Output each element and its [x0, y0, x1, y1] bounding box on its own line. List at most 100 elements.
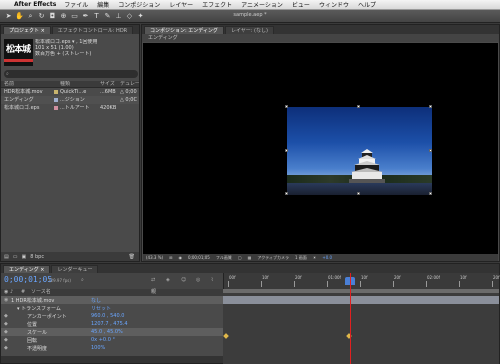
- new-folder-icon[interactable]: ▭: [13, 254, 18, 260]
- transform-handle[interactable]: [429, 149, 432, 152]
- menu-view[interactable]: ビュー: [292, 0, 310, 9]
- magnification-select[interactable]: (43.3 %): [146, 255, 163, 260]
- tab-composition[interactable]: コンポジション: エンディング: [144, 26, 224, 34]
- transform-handle[interactable]: [285, 192, 288, 195]
- view-layout-select[interactable]: 1 画面: [295, 255, 307, 261]
- keyframe-nav-icon[interactable]: ◆: [1, 329, 11, 335]
- eraser-tool-icon[interactable]: ◇: [125, 12, 134, 21]
- table-row[interactable]: ◆ 回転 0x +0.0 °: [1, 336, 223, 344]
- current-time-display[interactable]: 0;00;01;05: [188, 255, 210, 260]
- col-parent[interactable]: 親: [151, 289, 211, 296]
- col-number[interactable]: #: [21, 289, 31, 296]
- tab-effect-controls[interactable]: エフェクトコントロール: HDR: [51, 26, 134, 34]
- draft-3d-icon[interactable]: ◈: [166, 277, 170, 283]
- col-source-name[interactable]: ソース名: [31, 289, 151, 296]
- menu-edit[interactable]: 編集: [97, 0, 109, 9]
- camera-view-select[interactable]: アクティブカメラ: [257, 255, 289, 261]
- transform-handle[interactable]: [429, 192, 432, 195]
- hand-tool-icon[interactable]: ✋: [15, 12, 24, 21]
- brush-tool-icon[interactable]: ✎: [103, 12, 112, 21]
- table-row[interactable]: ◆ アンカーポイント 960.0 , 540.0: [1, 312, 223, 320]
- rotate-tool-icon[interactable]: ↻: [37, 12, 46, 21]
- resolution-select[interactable]: フル画質: [216, 255, 232, 261]
- list-item[interactable]: エンディング ...ジション △ 0;0C: [1, 96, 139, 104]
- transform-handle[interactable]: [429, 105, 432, 108]
- property-value[interactable]: 45.0 , 45.0%: [91, 329, 161, 335]
- table-row[interactable]: ◉ 1 HDR松本城.mov なし: [1, 296, 223, 304]
- puppet-tool-icon[interactable]: ✦: [136, 12, 145, 21]
- pan-behind-tool-icon[interactable]: ⊕: [59, 12, 68, 21]
- shy-icon[interactable]: ☺: [181, 277, 186, 283]
- menu-layer[interactable]: レイヤー: [169, 0, 193, 9]
- snapshot-icon[interactable]: ◉: [178, 255, 182, 260]
- property-value[interactable]: リセット: [91, 305, 161, 312]
- camera-tool-icon[interactable]: ◘: [48, 12, 57, 21]
- transform-handle[interactable]: [285, 149, 288, 152]
- menu-animation[interactable]: アニメーション: [241, 0, 283, 9]
- table-row[interactable]: ◆ 不透明度 100%: [1, 344, 223, 352]
- layer-duration-bar[interactable]: [223, 296, 499, 304]
- keyframe-nav-icon[interactable]: ◆: [1, 313, 11, 319]
- mask-tool-icon[interactable]: ▭: [70, 12, 79, 21]
- bit-depth-button[interactable]: 8 bpc: [30, 254, 44, 260]
- graph-editor-icon[interactable]: ⌇: [211, 277, 213, 283]
- property-value[interactable]: 100%: [91, 345, 161, 351]
- transform-handle[interactable]: [357, 105, 360, 108]
- app-menu[interactable]: After Effects: [14, 1, 56, 8]
- list-item[interactable]: HDR松本城.mov QuickTi...e ...6MB △ 0;00: [1, 88, 139, 96]
- property-value[interactable]: 1207.7 , 475.4: [91, 321, 161, 327]
- list-item[interactable]: 松本城ロゴ.eps ...トルアート 420KB: [1, 104, 139, 112]
- col-name[interactable]: 名前: [1, 81, 54, 87]
- col-duration[interactable]: デュレーション: [120, 81, 139, 87]
- transform-handle[interactable]: [357, 192, 360, 195]
- trash-icon[interactable]: 🗑: [129, 254, 135, 260]
- motion-blur-icon[interactable]: ◎: [196, 277, 200, 283]
- text-tool-icon[interactable]: T: [92, 12, 101, 21]
- transparency-grid-icon[interactable]: ▦: [248, 255, 252, 260]
- stamp-tool-icon[interactable]: ⊥: [114, 12, 123, 21]
- exposure-value[interactable]: +0.0: [322, 255, 332, 260]
- property-value[interactable]: 0x +0.0 °: [91, 337, 161, 343]
- table-row[interactable]: ◆ スケール 45.0 , 45.0%: [1, 328, 223, 336]
- property-value[interactable]: 960.0 , 540.0: [91, 313, 161, 319]
- grid-icon[interactable]: ⊞: [169, 255, 172, 260]
- keyframe-nav-icon[interactable]: ◆: [1, 345, 11, 351]
- property-value[interactable]: なし: [91, 297, 161, 304]
- exposure-icon[interactable]: ☀: [313, 255, 317, 260]
- table-row[interactable]: ◆ 位置 1207.7 , 475.4: [1, 320, 223, 328]
- table-row[interactable]: ▾ トランスフォーム リセット: [1, 304, 223, 312]
- keyframe-nav-icon[interactable]: ◆: [1, 337, 11, 343]
- playhead-line[interactable]: [349, 273, 351, 364]
- menu-window[interactable]: ウィンドウ: [319, 0, 349, 9]
- timeline-tracks[interactable]: [223, 293, 499, 364]
- zoom-tool-icon[interactable]: ⌕: [26, 12, 35, 21]
- project-search-input[interactable]: ⌕: [4, 70, 138, 78]
- transform-handle[interactable]: [285, 105, 288, 108]
- selection-tool-icon[interactable]: ➤: [4, 12, 13, 21]
- layer-image[interactable]: [285, 105, 432, 195]
- menu-composition[interactable]: コンポジション: [118, 0, 160, 9]
- comp-subtab[interactable]: エンディング: [142, 34, 499, 42]
- region-icon[interactable]: ▢: [238, 255, 242, 260]
- composition-viewer[interactable]: [143, 43, 498, 255]
- menu-file[interactable]: ファイル: [64, 0, 88, 9]
- keyframe-nav-icon[interactable]: ◆: [1, 321, 11, 327]
- time-ruler[interactable]: 00f 10f 20f 01:00f 10f 20f 02:00f 10f 20f: [223, 273, 500, 289]
- tab-layer[interactable]: レイヤー: (なし): [224, 26, 274, 34]
- av-switches-icon[interactable]: ◉ ♪: [1, 289, 21, 296]
- col-size[interactable]: サイズ: [100, 81, 120, 87]
- visibility-eye-icon[interactable]: ◉: [1, 297, 11, 303]
- tab-project[interactable]: プロジェクト ×: [3, 26, 51, 34]
- menu-help[interactable]: ヘルプ: [358, 0, 376, 9]
- comp-mini-flowchart-icon[interactable]: ⇄: [151, 277, 155, 283]
- current-timecode[interactable]: 0;00;01;05: [4, 275, 52, 284]
- tab-timeline-ending[interactable]: エンディング ×: [3, 265, 51, 273]
- col-type[interactable]: 種類: [60, 81, 100, 87]
- interpret-footage-icon[interactable]: ▤: [4, 254, 9, 260]
- tab-render-queue[interactable]: レンダーキュー: [51, 265, 99, 273]
- new-comp-icon[interactable]: ▣: [21, 254, 26, 260]
- pen-tool-icon[interactable]: ✒: [81, 12, 90, 21]
- keyframe-start[interactable]: [223, 333, 229, 339]
- search-icon[interactable]: ⌕: [81, 277, 84, 283]
- menu-effect[interactable]: エフェクト: [202, 0, 232, 9]
